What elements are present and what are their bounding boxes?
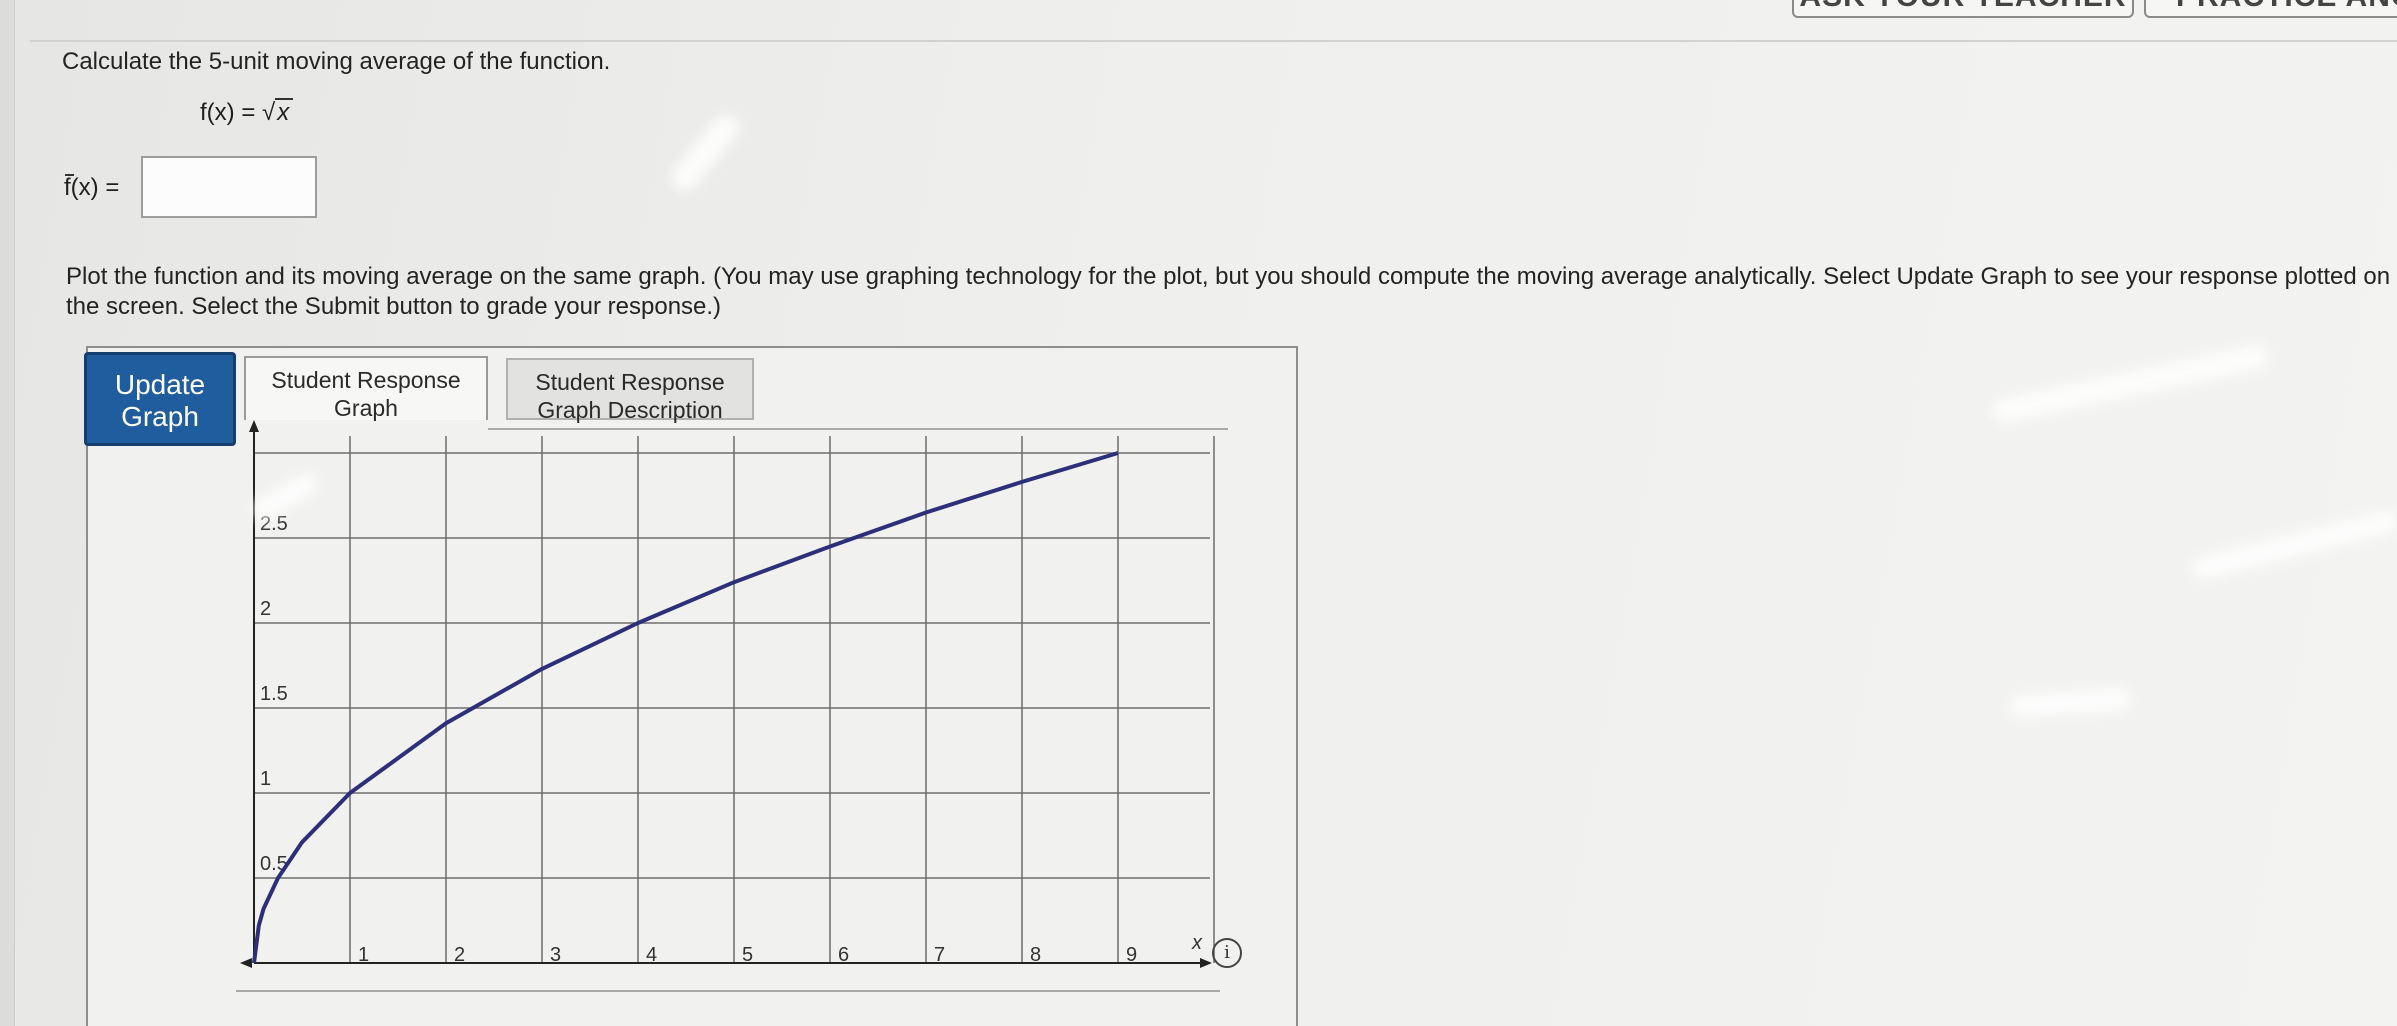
y-axis-arrow bbox=[249, 420, 259, 432]
x-tick-label: 6 bbox=[838, 944, 849, 966]
x-axis-arrow-left bbox=[240, 958, 252, 968]
response-graph[interactable]: 1 2 3 4 5 6 7 8 9x0.511.522.5 bbox=[0, 0, 2397, 1026]
graph-axes bbox=[240, 420, 1212, 968]
y-tick-label: 1.5 bbox=[260, 683, 288, 705]
x-tick-label: 9 bbox=[1126, 944, 1137, 966]
x-tick-label: 3 bbox=[550, 944, 561, 966]
x-tick-label: 2 bbox=[454, 944, 465, 966]
x-tick-label: 1 bbox=[358, 944, 369, 966]
info-icon[interactable]: i bbox=[1212, 938, 1242, 968]
graph-bottom-rule bbox=[236, 990, 1220, 992]
x-tick-label: 8 bbox=[1030, 944, 1041, 966]
x-tick-label: 4 bbox=[646, 944, 657, 966]
x-tick-label: 7 bbox=[934, 944, 945, 966]
page: ASK YOUR TEACHER PRACTICE ANOT Calculate… bbox=[0, 0, 2397, 1026]
x-axis-label: x bbox=[1191, 932, 1203, 954]
x-tick-label: 5 bbox=[742, 944, 753, 966]
graph-grid bbox=[254, 436, 1215, 963]
x-axis-arrow bbox=[1200, 958, 1212, 968]
y-tick-label: 2 bbox=[260, 598, 271, 620]
tick-labels: 1 2 3 4 5 6 7 8 9x0.511.522.5 bbox=[260, 513, 1203, 966]
y-tick-label: 1 bbox=[260, 768, 271, 790]
